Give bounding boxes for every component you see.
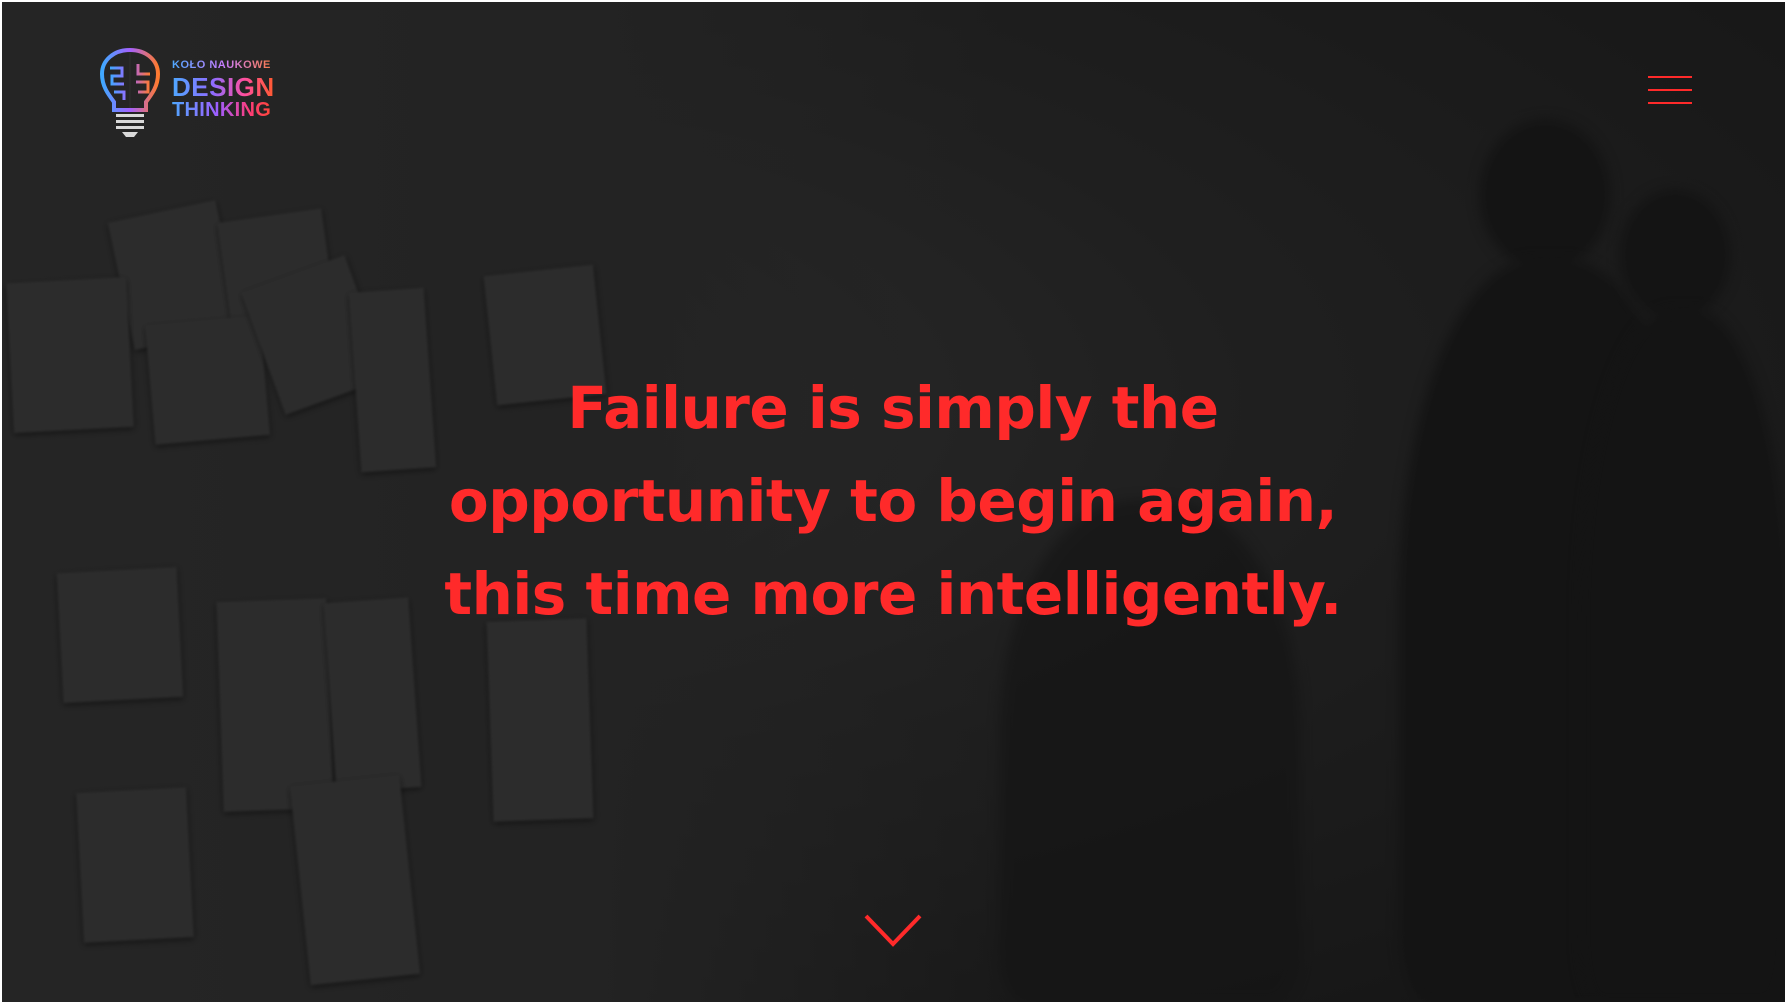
menu-bar-top — [1648, 76, 1692, 78]
logo-subtitle: KOŁO NAUKOWE — [172, 60, 275, 71]
logo-title-design: DESIGN — [172, 72, 275, 102]
menu-bar-bottom — [1648, 102, 1692, 104]
menu-bar-middle — [1648, 89, 1692, 91]
quote-line: opportunity to begin again, — [448, 467, 1338, 535]
hero-quote: Failure is simply the opportunity to beg… — [393, 362, 1393, 641]
hero-section: KOŁO NAUKOWE DESIGN THINKING Failure is … — [0, 0, 1787, 1004]
chevron-down-icon[interactable] — [863, 912, 923, 948]
hamburger-menu-icon[interactable] — [1648, 76, 1692, 106]
logo-title-thinking: THINKING — [172, 100, 275, 120]
site-logo[interactable]: KOŁO NAUKOWE DESIGN THINKING — [94, 44, 275, 140]
logo-wordmark: KOŁO NAUKOWE DESIGN THINKING — [172, 60, 275, 121]
quote-line: Failure is simply the — [567, 374, 1219, 442]
brain-lightbulb-icon — [99, 47, 161, 137]
quote-line: this time more intelligently. — [444, 560, 1342, 628]
